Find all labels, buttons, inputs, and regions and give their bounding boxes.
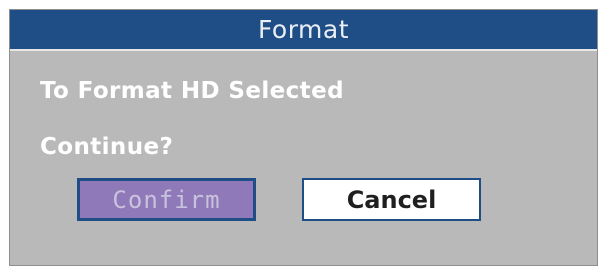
confirm-button[interactable]: Confirm [77,178,256,221]
cancel-button[interactable]: Cancel [302,178,481,221]
dialog-title: Format [257,15,350,44]
format-message: To Format HD Selected [40,78,344,104]
continue-prompt: Continue? [40,134,174,160]
dialog-titlebar: Format [10,10,597,51]
format-dialog: Format To Format HD Selected Continue? C… [9,9,598,266]
